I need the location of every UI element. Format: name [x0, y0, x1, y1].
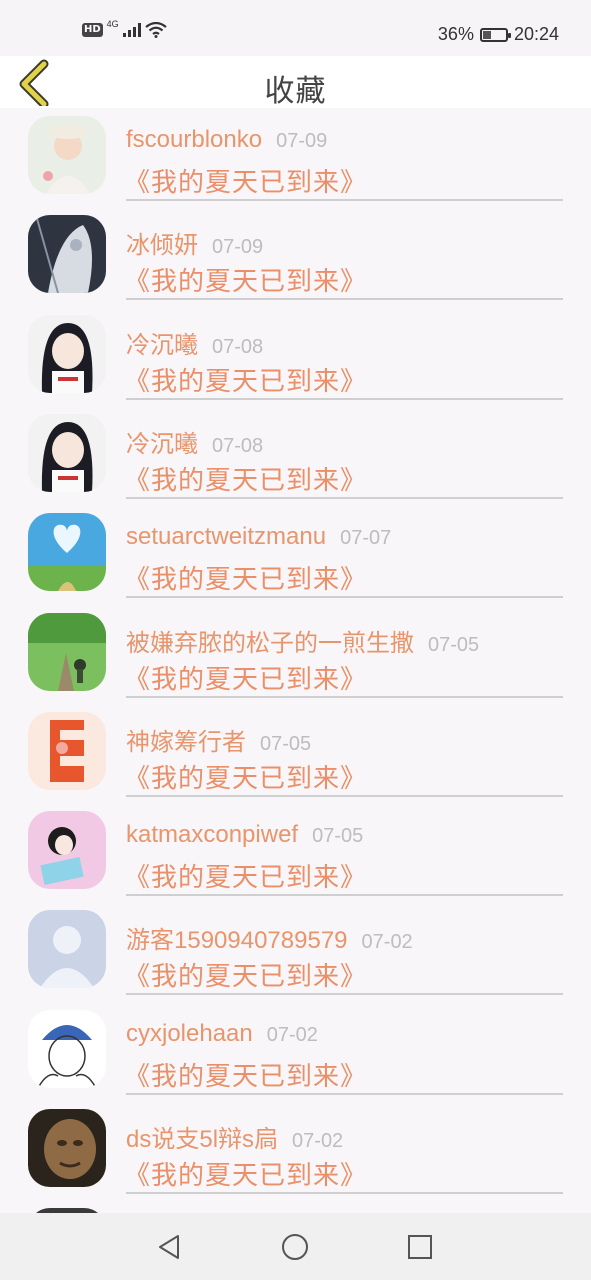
list-item[interactable]: 冷沉曦 07-08 《我的夏天已到来》	[0, 307, 591, 406]
user-name-text: fscourblonko	[126, 126, 263, 153]
date-label: 07-08	[212, 434, 264, 457]
list-item[interactable]: 游客1590940789579 07-02 《我的夏天已到来》	[0, 902, 591, 1001]
divider	[126, 199, 563, 201]
user-name-text: 游客1590940789579	[126, 927, 348, 955]
divider	[126, 596, 563, 599]
avatar[interactable]	[28, 513, 106, 592]
list-item[interactable]: setuarctweitzmanu 07-07 《我的夏天已到来》	[0, 505, 591, 604]
avatar[interactable]	[28, 711, 106, 790]
favorites-list: fscourblonko 07-09 《我的夏天已到来》 冰倾妍 07-09 《我的夏天已…	[0, 108, 591, 1213]
date-label: 07-05	[428, 633, 480, 656]
divider	[126, 1192, 563, 1194]
system-nav-bar	[0, 1213, 591, 1280]
avatar[interactable]	[28, 612, 106, 691]
status-bar: HD 4G 36% 20:24	[0, 0, 591, 56]
user-name-text: 被嫌弃脓的松子的一煎生撒	[126, 629, 414, 657]
avatar[interactable]	[28, 1009, 106, 1088]
clock: 20:24	[513, 24, 559, 44]
list-item[interactable]: 冰倾妍 07-09 《我的夏天已到来》	[0, 207, 591, 306]
book-title[interactable]: 《我的夏天已到来》	[124, 261, 367, 298]
date-label: 07-09	[212, 236, 264, 259]
user-name: katmaxconpiwef 07-05	[126, 821, 363, 849]
home-circle-icon	[282, 1234, 308, 1260]
user-name-text: 冷沉曦	[126, 430, 198, 458]
divider	[126, 1092, 563, 1095]
book-title[interactable]: 《我的夏天已到来》	[124, 1155, 367, 1192]
network-type-label: 4G	[106, 19, 119, 29]
avatar[interactable]	[28, 413, 106, 492]
status-right: 36% 20:24	[438, 24, 559, 45]
user-name: 游客1590940789579 07-02	[126, 920, 413, 955]
user-name: 被嫌弃脓的松子的一煎生撒 07-05	[126, 623, 479, 658]
avatar[interactable]	[28, 811, 106, 890]
list-item[interactable]: 神嫁筹行者 07-05 《我的夏天已到来》	[0, 704, 591, 803]
date-label: 07-09	[276, 130, 328, 152]
wifi-icon	[145, 22, 167, 38]
list-item[interactable]: ds说支5l辩s扃 07-02 《我的夏天已到来》	[0, 1101, 591, 1200]
battery-level-fill	[482, 30, 491, 39]
date-label: 07-05	[312, 825, 364, 848]
user-name-text: katmaxconpiwef	[126, 821, 299, 849]
nav-home-button[interactable]	[279, 1231, 311, 1263]
list-item-partial	[0, 1200, 591, 1213]
user-name-text: cyxjolehaan	[126, 1019, 253, 1047]
date-label: 07-02	[292, 1130, 344, 1152]
date-label: 07-07	[340, 527, 392, 550]
recents-square-icon	[408, 1235, 432, 1259]
status-left: HD 4G	[82, 19, 167, 38]
divider	[126, 894, 563, 897]
book-title[interactable]: 《我的夏天已到来》	[124, 162, 367, 199]
avatar[interactable]	[28, 1109, 106, 1187]
user-name: setuarctweitzmanu 07-07	[126, 523, 391, 551]
user-name: 冷沉曦 07-08	[126, 424, 263, 459]
avatar[interactable]	[28, 116, 106, 194]
date-label: 07-02	[361, 931, 413, 954]
page-title: 收藏	[264, 75, 327, 108]
user-name-text: 神嫁筹行者	[126, 728, 246, 756]
nav-recents-button[interactable]	[404, 1231, 436, 1263]
list-item[interactable]: katmaxconpiwef 07-05 《我的夏天已到来》	[0, 803, 591, 902]
book-title[interactable]: 《我的夏天已到来》	[124, 559, 367, 596]
battery-icon	[479, 27, 511, 42]
divider	[126, 397, 563, 400]
list-item[interactable]: cyxjolehaan 07-02 《我的夏天已到来》	[0, 1002, 591, 1101]
book-title[interactable]: 《我的夏天已到来》	[124, 1056, 367, 1093]
user-name-text: 冰倾妍	[126, 232, 198, 260]
user-name: ds说支5l辩s扃 07-02	[126, 1119, 343, 1154]
divider	[126, 794, 563, 797]
book-title[interactable]: 《我的夏天已到来》	[124, 857, 367, 894]
book-title[interactable]: 《我的夏天已到来》	[124, 758, 367, 795]
list-item[interactable]: 冷沉曦 07-08 《我的夏天已到来》	[0, 406, 591, 505]
list-item[interactable]: 被嫌弃脓的松子的一煎生撒 07-05 《我的夏天已到来》	[0, 605, 591, 704]
divider	[126, 695, 563, 698]
avatar[interactable]	[28, 910, 106, 989]
user-name: cyxjolehaan 07-02	[126, 1020, 318, 1048]
signal-icon	[122, 23, 141, 37]
date-label: 07-08	[212, 335, 264, 358]
divider	[126, 993, 563, 996]
hd-icon: HD	[82, 23, 103, 37]
user-name: 神嫁筹行者 07-05	[126, 722, 311, 757]
user-name: 冰倾妍 07-09	[126, 225, 263, 260]
book-title[interactable]: 《我的夏天已到来》	[124, 460, 367, 497]
user-name: fscourblonko 07-09	[126, 126, 327, 154]
book-title[interactable]: 《我的夏天已到来》	[124, 956, 367, 993]
divider	[126, 496, 563, 499]
list-item[interactable]: fscourblonko 07-09 《我的夏天已到来》	[0, 108, 591, 207]
book-title[interactable]: 《我的夏天已到来》	[124, 361, 367, 398]
app-header: 收藏	[0, 56, 591, 109]
battery-percent: 36%	[437, 24, 474, 44]
user-name-text: ds说支5l辩s扃	[126, 1126, 279, 1153]
nav-back-button[interactable]	[154, 1231, 186, 1263]
date-label: 07-05	[260, 732, 312, 755]
date-label: 07-02	[266, 1023, 318, 1046]
user-name-text: 冷沉曦	[126, 331, 198, 359]
avatar[interactable]	[28, 215, 106, 294]
user-name: 冷沉曦 07-08	[126, 325, 263, 360]
back-triangle-icon	[159, 1235, 179, 1259]
divider	[126, 298, 563, 301]
book-title[interactable]: 《我的夏天已到来》	[124, 659, 367, 696]
user-name-text: setuarctweitzmanu	[126, 523, 327, 551]
avatar[interactable]	[28, 314, 106, 393]
